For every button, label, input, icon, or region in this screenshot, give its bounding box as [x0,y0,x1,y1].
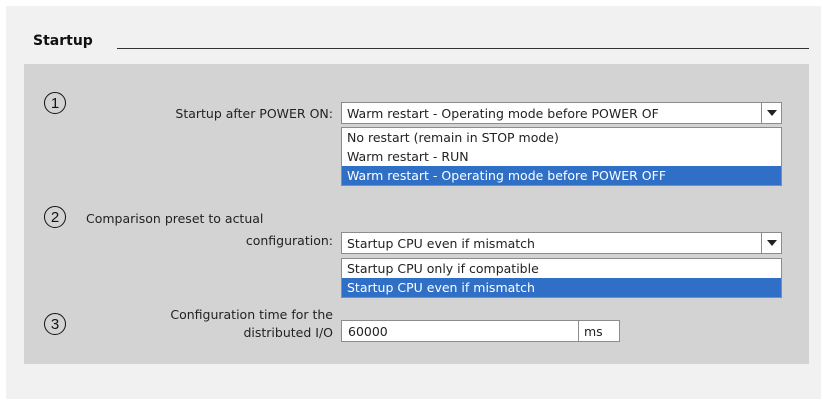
option-no-restart[interactable]: No restart (remain in STOP mode) [342,128,781,147]
config-time-value: 60000 [348,323,388,339]
option-startup-if-compatible[interactable]: Startup CPU only if compatible [342,259,781,278]
chevron-down-icon [766,240,777,246]
startup-power-on-label: Startup after POWER ON: [175,106,333,121]
option-warm-restart-operating-mode[interactable]: Warm restart - Operating mode before POW… [342,166,781,185]
comparison-preset-label-line1: Comparison preset to actual [86,211,264,226]
config-time-label-line2: distributed I/O [243,325,333,340]
config-time-unit: ms [578,320,620,342]
config-time-input[interactable]: 60000 [341,320,579,342]
config-time-label-line1: Configuration time for the [170,307,333,322]
comparison-preset-options: Startup CPU only if compatible Startup C… [341,258,782,298]
chevron-down-icon [766,110,777,116]
startup-power-on-combo[interactable]: Warm restart - Operating mode before POW… [341,102,782,124]
startup-power-on-options: No restart (remain in STOP mode) Warm re… [341,127,782,186]
comparison-preset-label-line2: configuration: [245,233,333,248]
comparison-preset-combo[interactable]: Startup CPU even if mismatch [341,232,782,254]
section-title: Startup [33,33,93,49]
comparison-preset-dropdown-button[interactable] [761,233,781,253]
marker-3: 3 [44,313,66,335]
startup-power-on-value: Warm restart - Operating mode before POW… [347,105,659,121]
comparison-preset-value: Startup CPU even if mismatch [347,235,535,251]
title-rule [117,48,809,49]
option-warm-restart-run[interactable]: Warm restart - RUN [342,147,781,166]
marker-1: 1 [44,92,66,114]
option-startup-even-if-mismatch[interactable]: Startup CPU even if mismatch [342,278,781,297]
marker-2: 2 [44,206,66,228]
startup-power-on-dropdown-button[interactable] [761,103,781,123]
